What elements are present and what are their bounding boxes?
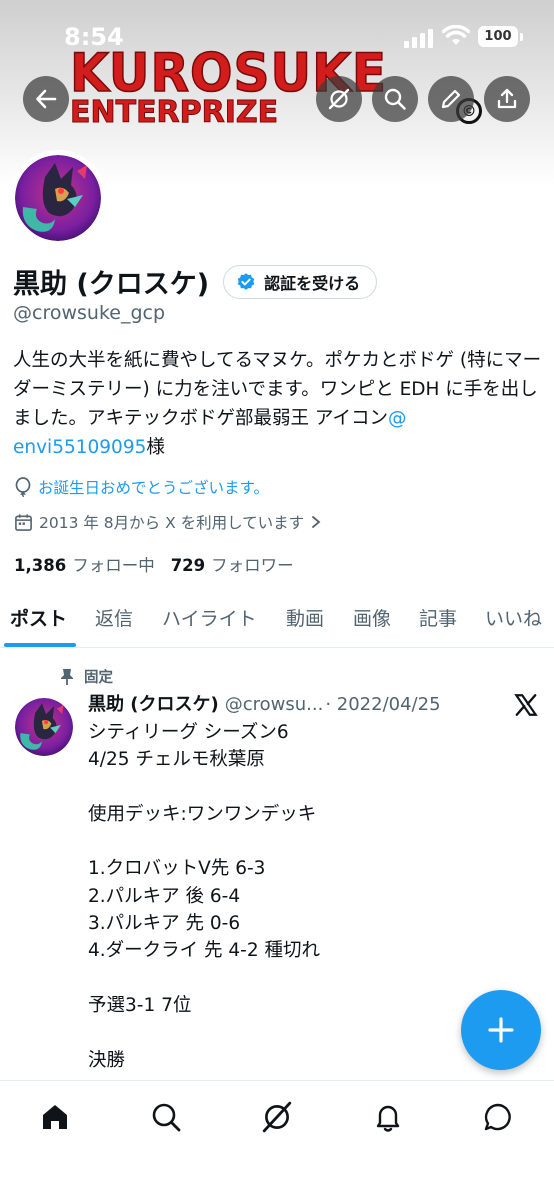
display-name: 黒助 (クロスケ) [13, 269, 210, 300]
joined-text: 2013 年 8月から X を利用しています [39, 514, 305, 532]
grok-button[interactable] [316, 76, 362, 122]
get-verified-button[interactable]: 認証を受ける [223, 264, 378, 299]
search-button[interactable] [372, 76, 418, 122]
nav-grok[interactable] [257, 1097, 297, 1137]
followers-label: フォロワー [211, 556, 294, 575]
grok-icon [262, 1101, 292, 1133]
messages-icon [484, 1103, 511, 1131]
joined-row[interactable]: 2013 年 8月から X を利用しています [14, 511, 322, 533]
x-logo-icon[interactable] [513, 692, 539, 718]
post-body-text: シティリーグ シーズン6 4/25 チェルモ秋葉原 使用デッキ:ワンワンデッキ … [88, 722, 321, 1071]
tab-videos[interactable]: 動画 [286, 604, 324, 631]
bio-suffix: 様 [146, 437, 165, 458]
balloon-icon [15, 477, 31, 497]
avatar-image [15, 698, 73, 756]
post-date[interactable]: · 2022/04/25 [325, 694, 440, 715]
wifi-icon [442, 25, 470, 45]
following-link[interactable]: 1,386 フォロー中 [14, 552, 155, 576]
avatar-image [15, 155, 101, 241]
birthday-row: お誕生日おめでとうございます。 [14, 476, 269, 498]
profile-tabs: ポスト 返信 ハイライト 動画 画像 記事 いいね [0, 596, 554, 648]
post-header: 黒助 (クロスケ) @crowsu... · 2022/04/25 [88, 690, 478, 716]
back-button[interactable] [23, 76, 69, 122]
battery-indicator: 100 [478, 26, 518, 47]
profile-handle: @crowsuke_gcp [13, 302, 166, 324]
cellular-signal-icon [404, 29, 433, 48]
post-author-handle[interactable]: @crowsu... [225, 694, 324, 715]
nav-search[interactable] [146, 1097, 186, 1137]
search-icon [152, 1103, 181, 1132]
compose-plus-icon [488, 1017, 514, 1043]
nav-home[interactable] [35, 1097, 75, 1137]
following-count: 1,386 [14, 556, 67, 575]
pinned-label: 固定 [84, 670, 113, 686]
tab-images[interactable]: 画像 [353, 604, 391, 631]
grok-icon [328, 88, 350, 110]
get-verified-label: 認証を受ける [264, 273, 361, 293]
tab-replies[interactable]: 返信 [95, 604, 133, 631]
tab-likes[interactable]: いいね [485, 604, 542, 631]
search-icon [384, 88, 406, 110]
nav-notifications[interactable] [368, 1097, 408, 1137]
battery-level: 100 [484, 29, 512, 44]
followers-count: 729 [170, 556, 206, 575]
share-icon [497, 88, 517, 109]
bio-text: 人生の大半を紙に費やしてるマヌケ。ポケカとボドゲ (特にマーダーミステリー) に… [13, 350, 542, 429]
follow-stats: 1,386 フォロー中 729 フォロワー [14, 552, 294, 576]
followers-link[interactable]: 729 フォロワー [171, 552, 294, 576]
status-time: 8:54 [64, 23, 124, 51]
profile-bio: 人生の大半を紙に費やしてるマヌケ。ポケカとボドゲ (特にマーダーミステリー) に… [13, 346, 543, 462]
verified-badge-icon [237, 272, 255, 290]
chevron-right-icon [312, 516, 321, 528]
compose-button[interactable] [461, 990, 541, 1070]
tab-posts[interactable]: ポスト [10, 604, 67, 631]
nav-messages[interactable] [478, 1097, 518, 1137]
pin-icon [61, 668, 73, 685]
post-author-name[interactable]: 黒助 (クロスケ) [88, 690, 219, 716]
battery-tip [520, 33, 523, 41]
active-tab-indicator [4, 643, 76, 647]
tab-highlights[interactable]: ハイライト [162, 604, 257, 631]
bottom-navigation [0, 1080, 554, 1199]
notifications-bell-icon [376, 1105, 400, 1132]
post-author-avatar[interactable] [15, 698, 73, 756]
edit-pencil-icon [441, 89, 461, 109]
birthday-text: お誕生日おめでとうございます。 [38, 479, 269, 497]
calendar-icon [15, 513, 32, 531]
pinned-indicator: 固定 [60, 666, 113, 687]
back-arrow-icon [36, 89, 57, 109]
tab-articles[interactable]: 記事 [419, 604, 457, 631]
profile-avatar[interactable] [10, 150, 106, 246]
following-label: フォロー中 [72, 556, 155, 575]
home-icon [43, 1105, 67, 1129]
status-bar: 8:54 100 [0, 20, 554, 54]
edit-button[interactable] [428, 76, 474, 122]
banner-brand-line2: ENTERPRIZE [69, 95, 279, 130]
profile-name-row: 黒助 (クロスケ) 認証を受ける [13, 262, 378, 301]
share-button[interactable] [484, 76, 530, 122]
